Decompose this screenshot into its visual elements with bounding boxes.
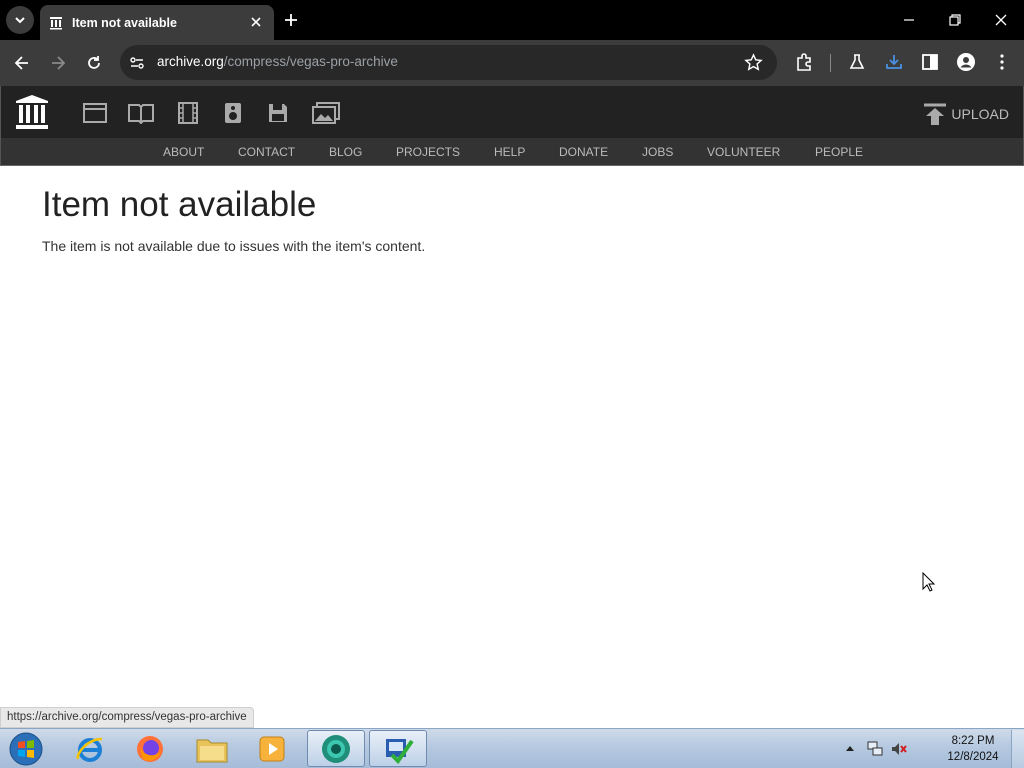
nav-jobs[interactable]: JOBS — [642, 145, 673, 159]
plus-icon[interactable] — [282, 11, 300, 29]
minimize-icon[interactable] — [900, 11, 918, 29]
link-status-bar: https://archive.org/compress/vegas-pro-a… — [0, 707, 254, 728]
main-content: Item not available The item is not avail… — [42, 184, 425, 254]
upload-label: UPLOAD — [951, 106, 1009, 122]
video-icon[interactable] — [177, 102, 199, 124]
close-icon[interactable] — [992, 11, 1010, 29]
tray-expand-icon[interactable] — [845, 744, 855, 752]
error-message: The item is not available due to issues … — [42, 238, 426, 254]
windows-taskbar: 8:22 PM 12/8/2024 — [0, 728, 1024, 768]
back-icon[interactable] — [12, 53, 32, 73]
site-info-icon[interactable] — [128, 54, 146, 72]
nav-people[interactable]: PEOPLE — [815, 145, 863, 159]
toolbar-separator — [830, 54, 831, 72]
setup-app-icon — [386, 738, 414, 764]
internet-explorer-icon — [76, 737, 103, 762]
nav-help[interactable]: HELP — [494, 145, 525, 159]
reload-icon[interactable] — [84, 53, 104, 73]
restore-icon[interactable] — [946, 11, 964, 29]
archive-logo-icon[interactable] — [15, 94, 49, 130]
audio-icon[interactable] — [223, 102, 243, 124]
archive-topnav: UPLOAD — [0, 86, 1024, 138]
chevron-down-icon — [15, 17, 25, 24]
tab-active[interactable]: Item not available — [40, 5, 274, 40]
clock-time: 8:22 PM — [951, 735, 995, 747]
mouse-cursor-icon — [922, 572, 936, 592]
forward-icon[interactable] — [48, 53, 68, 73]
nav-projects[interactable]: PROJECTS — [396, 145, 460, 159]
chrome-canary-icon — [322, 734, 350, 763]
taskbar-chrome-active[interactable] — [307, 730, 365, 767]
tab-search-button[interactable] — [6, 6, 34, 34]
labs-flask-icon[interactable] — [847, 52, 867, 72]
nav-volunteer[interactable]: VOLUNTEER — [707, 145, 780, 159]
upload-button[interactable]: UPLOAD — [923, 101, 1009, 127]
page-title: Item not available — [42, 185, 317, 224]
nav-contact[interactable]: CONTACT — [238, 145, 295, 159]
software-icon[interactable] — [267, 102, 289, 124]
texts-icon[interactable] — [127, 102, 155, 124]
nav-about[interactable]: ABOUT — [163, 145, 204, 159]
file-explorer-icon — [196, 739, 228, 762]
images-icon[interactable] — [312, 102, 340, 124]
more-menu-icon[interactable] — [992, 52, 1012, 72]
firefox-icon — [137, 735, 163, 762]
taskbar-firefox[interactable] — [121, 730, 179, 767]
nav-donate[interactable]: DONATE — [559, 145, 608, 159]
close-icon[interactable] — [248, 14, 264, 30]
system-clock[interactable]: 8:22 PM 12/8/2024 — [930, 733, 1016, 765]
nav-blog[interactable]: BLOG — [329, 145, 362, 159]
media-player-icon — [259, 736, 285, 761]
taskbar-explorer[interactable] — [183, 730, 241, 767]
archive-favicon-icon — [50, 16, 62, 29]
extensions-icon[interactable] — [794, 52, 814, 72]
download-icon[interactable] — [884, 52, 904, 72]
clock-date: 12/8/2024 — [947, 751, 999, 763]
side-panel-icon[interactable] — [920, 52, 940, 72]
taskbar-setup-app[interactable] — [369, 730, 427, 767]
taskbar-ie[interactable] — [61, 730, 119, 767]
url-text: archive.org/compress/vegas-pro-archive — [157, 54, 398, 69]
browser-toolbar: archive.org/compress/vegas-pro-archive — [0, 40, 1024, 86]
address-bar[interactable]: archive.org/compress/vegas-pro-archive — [120, 45, 777, 80]
upload-icon — [924, 103, 947, 125]
show-desktop-button[interactable] — [1011, 730, 1024, 768]
tab-title: Item not available — [72, 15, 177, 30]
browser-tab-strip: Item not available — [0, 0, 1024, 40]
volume-muted-icon[interactable] — [890, 741, 908, 757]
archive-subnav: ABOUT CONTACT BLOG PROJECTS HELP DONATE … — [0, 138, 1024, 166]
network-icon[interactable] — [866, 741, 884, 757]
start-orb-icon[interactable] — [7, 731, 45, 767]
web-icon[interactable] — [83, 102, 107, 124]
profile-icon[interactable] — [956, 52, 976, 72]
star-icon[interactable] — [744, 53, 763, 72]
taskbar-media-player[interactable] — [243, 730, 301, 767]
